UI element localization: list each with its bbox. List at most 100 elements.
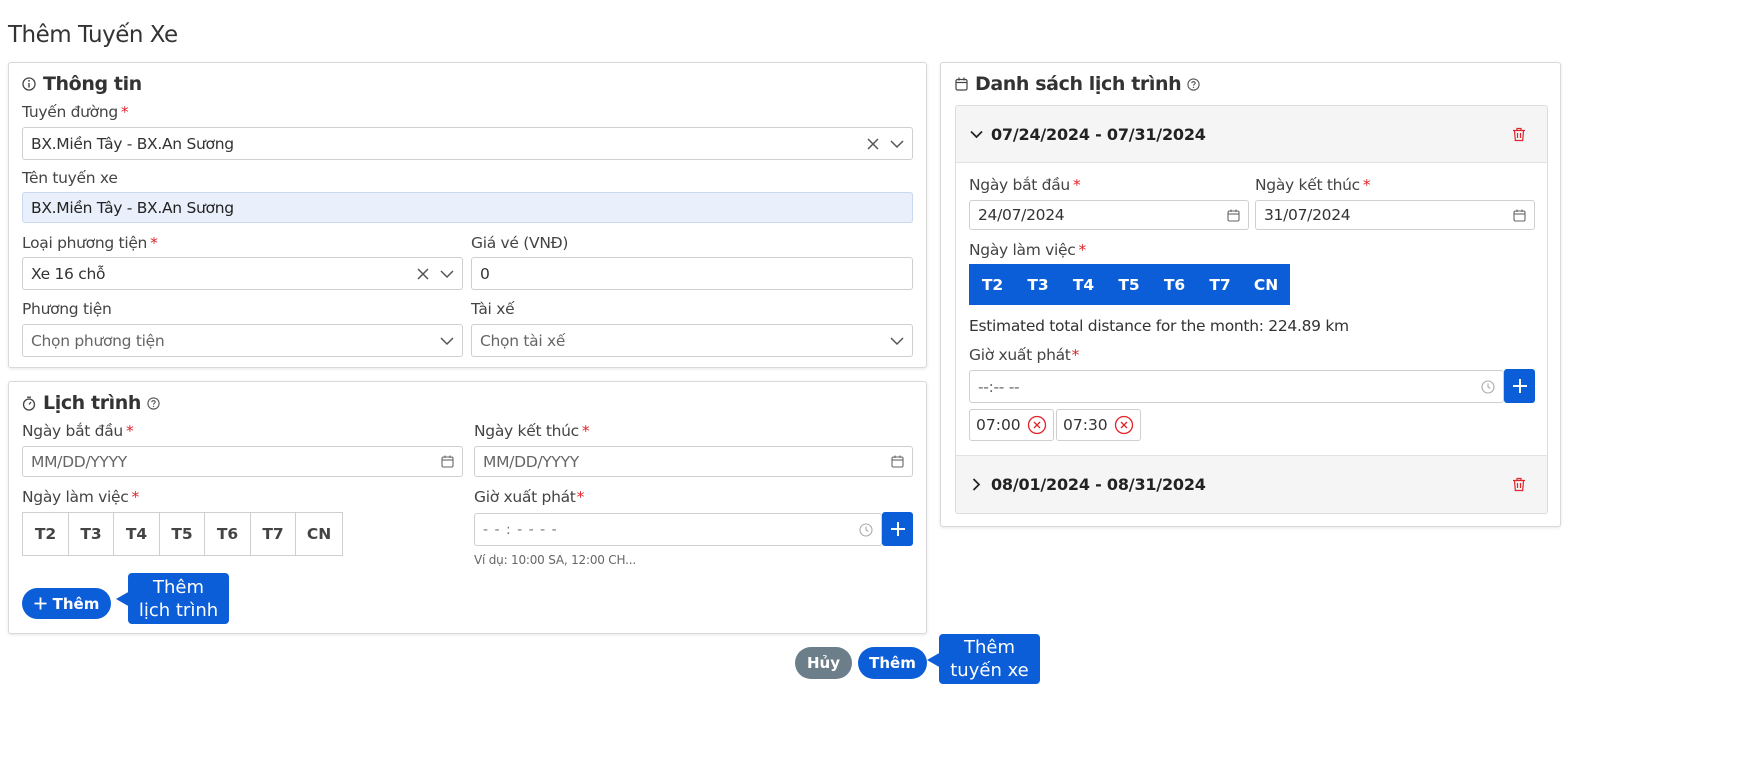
day-toggle-t4[interactable]: T4 — [113, 512, 159, 556]
route-name-value: BX.Miền Tây - BX.An Sương — [31, 198, 234, 217]
time-chip-label: 07:30 — [1063, 416, 1108, 434]
time-chip: 07:00 — [969, 409, 1054, 441]
schedule-end-input[interactable]: MM/DD/YYYY — [474, 446, 913, 477]
chevron-down-icon[interactable] — [890, 139, 904, 149]
vehicle-placeholder: Chọn phương tiện — [31, 331, 165, 350]
schedule-card: Lịch trình Ngày bắt đầu * MM/DD/YYYY Ngày… — [8, 381, 927, 634]
schedule-item-1-header[interactable]: 07/24/2024 - 07/31/2024 — [956, 106, 1547, 163]
day-toggle-t5[interactable]: T5 — [159, 512, 204, 556]
chevron-down-icon[interactable] — [890, 336, 904, 346]
clear-icon[interactable] — [416, 267, 430, 281]
price-input[interactable]: 0 — [471, 257, 913, 290]
schedule-start-label: Ngày bắt đầu * — [22, 422, 134, 440]
calendar-icon[interactable] — [1227, 209, 1240, 222]
day-toggle-t3[interactable]: T3 — [1015, 264, 1060, 305]
item-workdays-label: Ngày làm việc * — [969, 241, 1086, 259]
item-depart-placeholder: --:-- -- — [978, 377, 1020, 396]
clock-icon — [859, 522, 873, 537]
trash-icon[interactable] — [1512, 127, 1526, 142]
route-select[interactable]: BX.Miền Tây - BX.An Sương — [22, 127, 913, 160]
vehicle-select[interactable]: Chọn phương tiện — [22, 324, 463, 357]
price-label: Giá vé (VNĐ) — [471, 234, 569, 252]
item-start-label: Ngày bắt đầu * — [969, 176, 1081, 194]
calendar-icon — [955, 77, 968, 91]
vehicle-type-select[interactable]: Xe 16 chỗ — [22, 257, 463, 290]
cancel-button[interactable]: Hủy — [795, 647, 852, 679]
schedule-depart-input[interactable]: - - : - - - - — [474, 513, 882, 546]
schedule-accordion: 07/24/2024 - 07/31/2024 Ngày bắt đầu * 24… — [955, 105, 1548, 514]
item-end-input[interactable]: 31/07/2024 — [1255, 200, 1535, 230]
route-name-label: Tên tuyến xe — [22, 169, 118, 187]
add-schedule-button-label: Thêm — [52, 594, 100, 613]
schedule-item-1-range: 07/24/2024 - 07/31/2024 — [991, 124, 1206, 144]
help-icon[interactable] — [147, 396, 160, 410]
chevron-down-icon[interactable] — [440, 336, 454, 346]
page-title: Thêm Tuyến Xe — [8, 22, 178, 48]
route-name-input[interactable]: BX.Miền Tây - BX.An Sương — [22, 192, 913, 223]
schedule-depart-hint: Ví dụ: 10:00 SA, 12:00 CH... — [474, 553, 636, 567]
distance-estimate: Estimated total distance for the month: … — [969, 317, 1349, 335]
stopwatch-icon — [22, 396, 36, 411]
day-toggle-t2[interactable]: T2 — [22, 512, 68, 556]
schedule-item-2-range: 08/01/2024 - 08/31/2024 — [991, 475, 1206, 494]
vehicle-type-value: Xe 16 chỗ — [31, 264, 106, 283]
help-icon[interactable] — [1187, 77, 1200, 91]
submit-button[interactable]: Thêm — [858, 647, 927, 679]
driver-select[interactable]: Chọn tài xế — [471, 324, 913, 357]
add-schedule-tooltip: Thêm lịch trình — [116, 573, 229, 624]
remove-time-icon[interactable] — [1114, 415, 1134, 435]
submit-tooltip: Thêm tuyến xe — [927, 634, 1040, 684]
price-value: 0 — [480, 264, 490, 283]
add-schedule-button[interactable]: Thêm — [22, 588, 111, 619]
calendar-icon[interactable] — [1513, 209, 1526, 222]
day-toggle-cn[interactable]: CN — [1242, 264, 1290, 305]
day-toggle-t4[interactable]: T4 — [1060, 264, 1106, 305]
trash-icon[interactable] — [1512, 477, 1526, 492]
day-toggle-t3[interactable]: T3 — [68, 512, 113, 556]
day-toggle-t6[interactable]: T6 — [204, 512, 250, 556]
info-card-title: Thông tin — [22, 73, 142, 95]
info-icon — [22, 77, 36, 91]
schedule-start-placeholder: MM/DD/YYYY — [31, 452, 127, 471]
route-select-value: BX.Miền Tây - BX.An Sương — [31, 134, 234, 153]
item-end-label: Ngày kết thúc * — [1255, 176, 1371, 194]
schedule-workdays-label: Ngày làm việc * — [22, 488, 139, 506]
plus-icon — [1512, 379, 1527, 393]
schedule-list-title: Danh sách lịch trình — [955, 73, 1207, 95]
schedule-start-input[interactable]: MM/DD/YYYY — [22, 446, 463, 477]
vehicle-label: Phương tiện — [22, 300, 112, 318]
schedule-depart-label: Giờ xuất phát* — [474, 488, 585, 506]
schedule-add-time-button[interactable] — [882, 512, 913, 546]
day-toggle-t5[interactable]: T5 — [1106, 264, 1151, 305]
day-toggle-t2[interactable]: T2 — [969, 264, 1015, 305]
schedule-item-2-header[interactable]: 08/01/2024 - 08/31/2024 — [956, 455, 1547, 513]
item-start-value: 24/07/2024 — [978, 206, 1065, 224]
time-chip-label: 07:00 — [976, 416, 1021, 434]
item-add-time-button[interactable] — [1504, 369, 1535, 403]
schedule-depart-placeholder: - - : - - - - — [483, 521, 558, 538]
calendar-icon[interactable] — [891, 455, 904, 468]
plus-icon — [34, 597, 47, 610]
day-toggle-t6[interactable]: T6 — [1151, 264, 1197, 305]
remove-time-icon[interactable] — [1027, 415, 1047, 435]
item-depart-input[interactable]: --:-- -- — [969, 370, 1504, 403]
route-label: Tuyến đường * — [22, 103, 129, 121]
item-end-value: 31/07/2024 — [1264, 206, 1351, 224]
schedule-workdays-group: T2 T3 T4 T5 T6 T7 CN — [22, 512, 343, 556]
item-start-input[interactable]: 24/07/2024 — [969, 200, 1249, 230]
chevron-down-icon[interactable] — [440, 269, 454, 279]
vehicle-type-label: Loại phương tiện * — [22, 234, 158, 252]
day-toggle-t7[interactable]: T7 — [1197, 264, 1242, 305]
chevron-right-icon — [972, 478, 981, 491]
schedule-list-card: Danh sách lịch trình 07/24/2024 - 07/31/… — [940, 62, 1561, 527]
schedule-end-placeholder: MM/DD/YYYY — [483, 452, 579, 471]
calendar-icon[interactable] — [441, 455, 454, 468]
day-toggle-cn[interactable]: CN — [295, 512, 343, 556]
schedule-list-title-text: Danh sách lịch trình — [975, 73, 1182, 95]
clear-icon[interactable] — [866, 137, 880, 151]
clock-icon — [1481, 379, 1495, 394]
driver-placeholder: Chọn tài xế — [480, 331, 566, 350]
info-title-text: Thông tin — [43, 73, 142, 95]
day-toggle-t7[interactable]: T7 — [250, 512, 295, 556]
info-card: Thông tin Tuyến đường * BX.Miền Tây - BX.… — [8, 62, 927, 368]
